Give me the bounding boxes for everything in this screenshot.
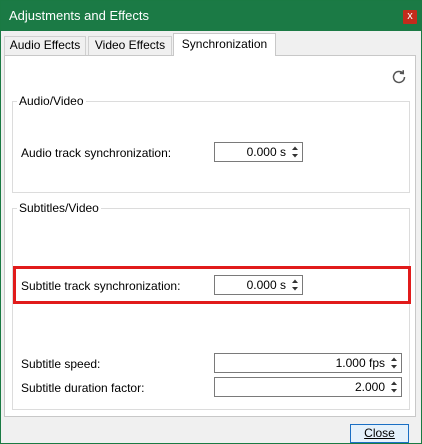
window-close-button[interactable]: x <box>403 10 417 24</box>
synchronization-panel: Audio/Video Audio track synchronization:… <box>4 55 416 417</box>
subtitle-duration-label: Subtitle duration factor: <box>21 381 145 395</box>
subtitle-speed-label: Subtitle speed: <box>21 357 101 371</box>
audio-sync-value[interactable]: 0.000 s <box>247 145 286 159</box>
titlebar[interactable]: Adjustments and Effects x <box>1 1 421 31</box>
subtitle-speed-stepper[interactable] <box>388 355 400 371</box>
spin-up-icon[interactable] <box>388 379 400 387</box>
subtitle-sync-highlight <box>13 266 411 304</box>
audio-sync-label: Audio track synchronization: <box>21 146 172 160</box>
spin-up-icon[interactable] <box>388 355 400 363</box>
adjustments-window: Adjustments and Effects x Audio Effects … <box>0 0 422 444</box>
close-button-label: Close <box>364 426 395 440</box>
tab-bar: Audio Effects Video Effects Synchronizat… <box>1 32 421 56</box>
tab-video-effects[interactable]: Video Effects <box>88 36 172 55</box>
subtitles-video-group: Subtitles/Video Subtitle track synchroni… <box>12 201 410 410</box>
audio-video-group-title: Audio/Video <box>17 94 86 108</box>
audio-sync-stepper[interactable] <box>289 144 301 160</box>
subtitle-duration-value[interactable]: 2.000 <box>355 380 385 394</box>
audio-video-group: Audio/Video Audio track synchronization:… <box>12 94 410 193</box>
window-title: Adjustments and Effects <box>9 8 149 23</box>
tab-synchronization[interactable]: Synchronization <box>173 33 276 56</box>
spin-down-icon[interactable] <box>289 152 301 160</box>
subtitle-speed-spinbox[interactable]: 1.000 fps <box>214 353 402 373</box>
subtitle-duration-spinbox[interactable]: 2.000 <box>214 377 402 397</box>
spin-down-icon[interactable] <box>388 387 400 395</box>
subtitles-video-group-title: Subtitles/Video <box>17 201 101 215</box>
subtitle-speed-value[interactable]: 1.000 fps <box>336 356 385 370</box>
tab-audio-effects[interactable]: Audio Effects <box>4 36 86 55</box>
spin-down-icon[interactable] <box>388 363 400 371</box>
subtitle-duration-stepper[interactable] <box>388 379 400 395</box>
refresh-icon[interactable] <box>390 68 408 86</box>
spin-up-icon[interactable] <box>289 144 301 152</box>
close-button[interactable]: Close <box>350 424 409 443</box>
audio-sync-spinbox[interactable]: 0.000 s <box>214 142 303 162</box>
